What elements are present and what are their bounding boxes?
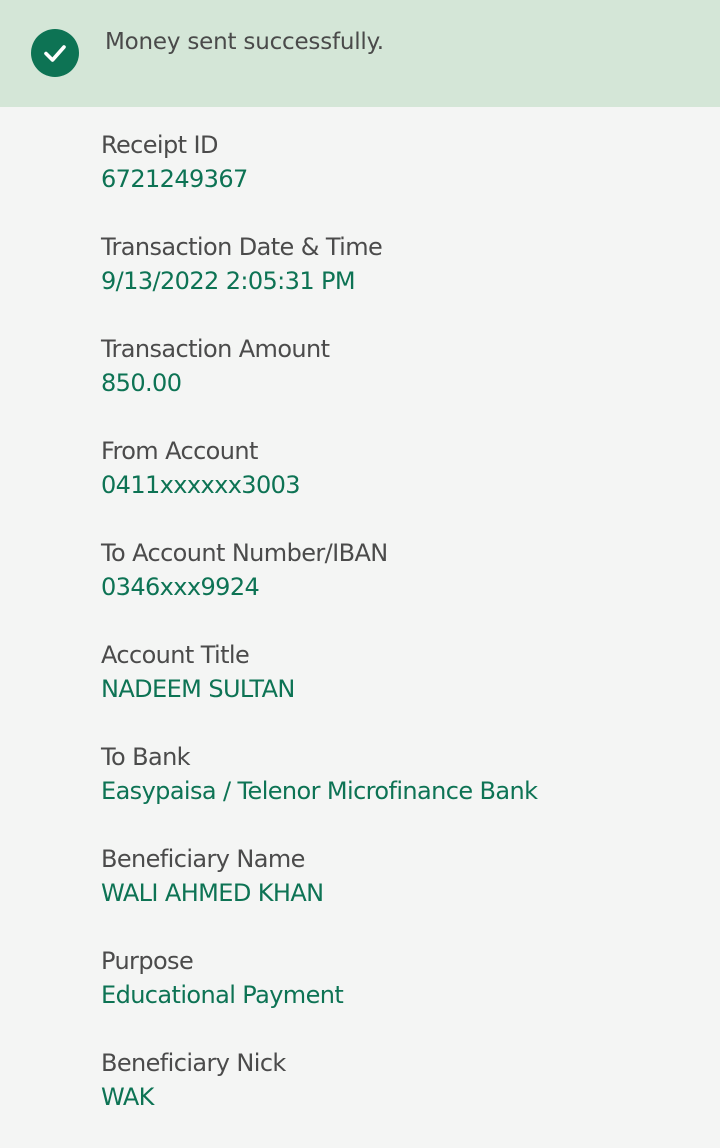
field-to-account-iban: To Account Number/IBAN 0346xxx9924	[101, 536, 701, 638]
field-account-title: Account Title NADEEM SULTAN	[101, 638, 701, 740]
field-label: Transaction Date & Time	[101, 233, 383, 261]
field-value: 850.00	[101, 369, 182, 397]
success-message: Money sent successfully.	[105, 29, 384, 55]
field-value: 0411xxxxxx3003	[101, 471, 301, 499]
field-label: Purpose	[101, 947, 194, 975]
checkmark-icon	[44, 45, 66, 62]
field-value: Educational Payment	[101, 981, 344, 1009]
field-label: Receipt ID	[101, 131, 218, 159]
field-value: 6721249367	[101, 165, 248, 193]
field-value: Easypaisa / Telenor Microfinance Bank	[101, 777, 538, 805]
receipt-details: Receipt ID 6721249367 Transaction Date &…	[101, 128, 701, 1148]
field-value: 9/13/2022 2:05:31 PM	[101, 267, 356, 295]
field-label: Account Title	[101, 641, 250, 669]
field-from-account: From Account 0411xxxxxx3003	[101, 434, 701, 536]
field-value: 0346xxx9924	[101, 573, 260, 601]
field-label: To Account Number/IBAN	[101, 539, 388, 567]
field-transaction-date-time: Transaction Date & Time 9/13/2022 2:05:3…	[101, 230, 701, 332]
field-beneficiary-name: Beneficiary Name WALI AHMED KHAN	[101, 842, 701, 944]
field-label: Beneficiary Nick	[101, 1049, 286, 1077]
field-label: Transaction Amount	[101, 335, 330, 363]
field-value: NADEEM SULTAN	[101, 675, 295, 703]
field-transaction-amount: Transaction Amount 850.00	[101, 332, 701, 434]
field-value: WALI AHMED KHAN	[101, 879, 324, 907]
field-label: To Bank	[101, 743, 191, 771]
field-purpose: Purpose Educational Payment	[101, 944, 701, 1046]
check-circle-icon	[31, 29, 79, 77]
field-receipt-id: Receipt ID 6721249367	[101, 128, 701, 230]
success-banner: Money sent successfully.	[0, 0, 720, 107]
field-label: Beneficiary Name	[101, 845, 305, 873]
field-label: From Account	[101, 437, 258, 465]
field-value: WAK	[101, 1083, 154, 1111]
field-to-bank: To Bank Easypaisa / Telenor Microfinance…	[101, 740, 701, 842]
field-beneficiary-nick: Beneficiary Nick WAK	[101, 1046, 701, 1148]
